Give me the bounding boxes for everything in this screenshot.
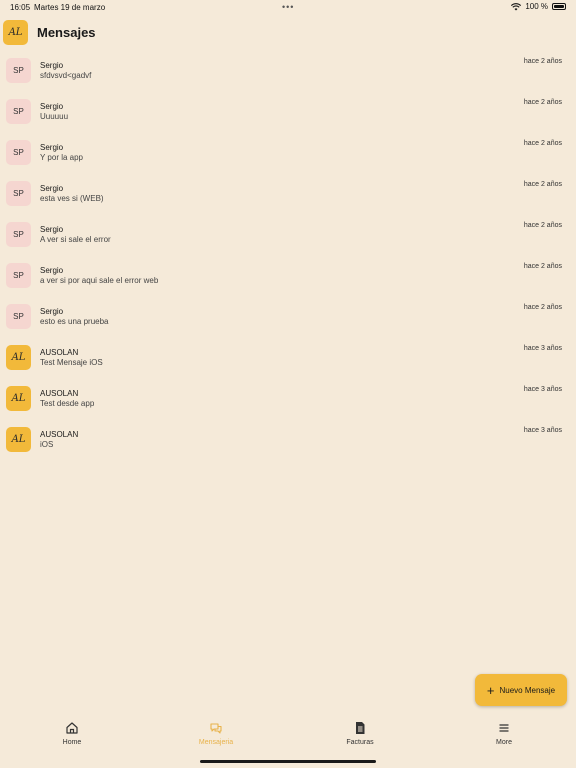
message-time: hace 2 años — [523, 222, 562, 229]
message-preview: Uuuuuu — [40, 112, 69, 121]
avatar: AL — [6, 427, 31, 452]
tab-facturas[interactable]: Facturas — [288, 712, 432, 758]
message-preview: a ver si por aqui sale el error web — [40, 276, 159, 285]
tab-more-label: More — [496, 739, 512, 746]
tab-bar: Home Mensajeria Facturas More — [0, 712, 576, 758]
message-sender: Sergio — [40, 225, 64, 234]
message-row[interactable]: AL AUSOLAN Test desde app hace 3 años — [0, 381, 576, 422]
tab-home[interactable]: Home — [0, 712, 144, 758]
message-preview: iOS — [40, 440, 54, 449]
tab-mensajeria[interactable]: Mensajeria — [144, 712, 288, 758]
new-message-button[interactable]: + Nuevo Mensaje — [475, 674, 567, 706]
tab-mensajeria-label: Mensajeria — [198, 739, 234, 746]
battery-icon — [552, 3, 566, 10]
avatar: SP — [6, 222, 31, 247]
message-preview: sfdvsvd<gadvf — [40, 71, 92, 80]
message-sender: Sergio — [40, 266, 64, 275]
message-time: hace 2 años — [523, 263, 562, 270]
home-indicator[interactable] — [200, 760, 376, 763]
avatar: SP — [6, 263, 31, 288]
tab-facturas-label: Facturas — [346, 739, 374, 746]
message-sender: Sergio — [40, 184, 64, 193]
message-row[interactable]: AL AUSOLAN Test Mensaje iOS hace 3 años — [0, 340, 576, 381]
message-time: hace 3 años — [523, 386, 562, 393]
avatar: SP — [6, 304, 31, 329]
message-sender: Sergio — [40, 143, 64, 152]
chat-icon — [210, 723, 222, 734]
message-row[interactable]: SP Sergio a ver si por aqui sale el error … — [0, 258, 576, 299]
status-date: Martes 19 de marzo — [34, 3, 106, 12]
document-icon — [356, 722, 365, 734]
message-list: SP Sergio sfdvsvd<gadvf hace 2 años SP Sergio… — [0, 53, 576, 463]
message-sender: AUSOLAN — [40, 430, 79, 439]
message-preview: Test desde app — [40, 399, 95, 408]
message-sender: Sergio — [40, 102, 64, 111]
message-sender: AUSOLAN — [40, 389, 79, 398]
message-row[interactable]: SP Sergio esto es una prueba hace 2 años — [0, 299, 576, 340]
wifi-icon — [511, 2, 522, 10]
menu-icon — [499, 724, 509, 732]
message-time: hace 2 años — [523, 99, 562, 106]
header: AL Mensajes — [3, 19, 96, 45]
message-preview: esta ves si (WEB) — [40, 194, 104, 203]
message-preview: Test Mensaje iOS — [40, 358, 103, 367]
page-title: Mensajes — [37, 24, 96, 40]
tab-more[interactable]: More — [432, 712, 576, 758]
message-row[interactable]: SP Sergio A ver si sale el error hace 2 año… — [0, 217, 576, 258]
message-time: hace 2 años — [523, 304, 562, 311]
avatar: SP — [6, 58, 31, 83]
message-sender: Sergio — [40, 307, 64, 316]
message-time: hace 2 años — [523, 140, 562, 147]
message-row[interactable]: SP Sergio Uuuuuu hace 2 años — [0, 94, 576, 135]
tab-home-label: Home — [62, 739, 82, 746]
avatar: AL — [6, 345, 31, 370]
message-preview: Y por la app — [40, 153, 83, 162]
app-logo: AL — [3, 19, 28, 45]
message-time: hace 3 años — [523, 345, 562, 352]
battery-percent: 100 % — [525, 2, 548, 11]
message-preview: A ver si sale el error — [40, 235, 111, 244]
message-time: hace 2 años — [523, 181, 562, 188]
message-sender: AUSOLAN — [40, 348, 79, 357]
message-row[interactable]: SP Sergio sfdvsvd<gadvf hace 2 años — [0, 53, 576, 94]
message-row[interactable]: SP Sergio Y por la app hace 2 años — [0, 135, 576, 176]
multitasking-dots-icon[interactable]: ••• — [282, 2, 294, 12]
status-indicators: 100 % — [511, 2, 566, 11]
message-time: hace 3 años — [523, 427, 562, 434]
message-preview: esto es una prueba — [40, 317, 109, 326]
message-row[interactable]: AL AUSOLAN iOS hace 3 años — [0, 422, 576, 463]
message-time: hace 2 años — [523, 58, 562, 65]
avatar: SP — [6, 99, 31, 124]
message-row[interactable]: SP Sergio esta ves si (WEB) hace 2 años — [0, 176, 576, 217]
plus-icon: + — [486, 682, 495, 698]
status-bar: 16:05 Martes 19 de marzo ••• 100 % — [0, 0, 576, 14]
avatar: SP — [6, 140, 31, 165]
avatar: SP — [6, 181, 31, 206]
avatar: AL — [6, 386, 31, 411]
message-sender: Sergio — [40, 61, 64, 70]
home-icon — [66, 722, 78, 734]
new-message-label: Nuevo Mensaje — [499, 685, 556, 695]
status-time: 16:05 — [10, 3, 31, 12]
